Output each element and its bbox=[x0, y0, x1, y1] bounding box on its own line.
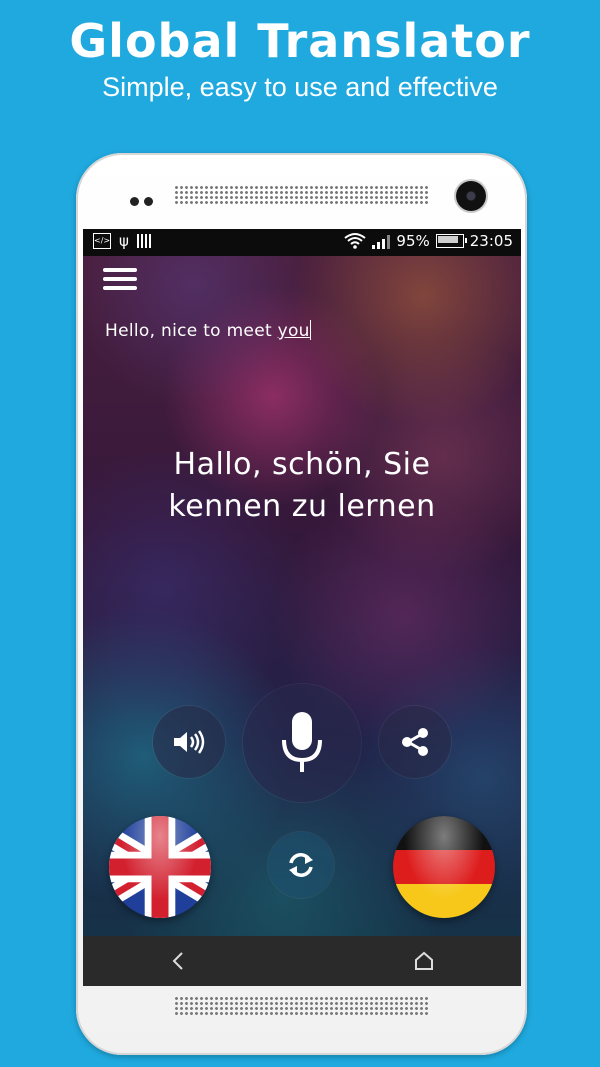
home-icon[interactable] bbox=[413, 950, 435, 972]
front-camera bbox=[456, 181, 486, 211]
text-cursor bbox=[309, 320, 312, 340]
clock: 23:05 bbox=[469, 232, 513, 250]
promo-title: Global Translator bbox=[69, 14, 531, 68]
signal-icon bbox=[372, 234, 391, 249]
speaker-icon bbox=[174, 730, 205, 754]
promo-subtitle: Simple, easy to use and effective bbox=[102, 72, 498, 102]
battery-percent: 95% bbox=[396, 232, 430, 250]
share-button[interactable] bbox=[379, 706, 451, 778]
microphone-button[interactable] bbox=[243, 684, 361, 802]
battery-icon bbox=[435, 234, 467, 248]
source-text-input[interactable]: Hello, nice to meet you bbox=[105, 320, 312, 341]
speak-button[interactable] bbox=[153, 706, 225, 778]
earpiece-speaker-grille bbox=[174, 185, 430, 205]
usb-icon: ψ bbox=[119, 232, 129, 250]
germany-flag[interactable] bbox=[393, 816, 495, 918]
barcode-icon bbox=[136, 234, 153, 248]
translator-app: Hello, nice to meet you Hallo, schön, Si… bbox=[83, 256, 521, 936]
translated-text: Hallo, schön, Sie kennen zu lernen bbox=[168, 447, 436, 524]
sensor-dots bbox=[130, 191, 158, 210]
phone-frame: </> ψ 95% 23:05 Hello, nice to meet you … bbox=[76, 153, 527, 1055]
swap-languages-icon bbox=[289, 853, 313, 877]
share-icon bbox=[402, 728, 428, 756]
wifi-icon bbox=[344, 233, 367, 249]
swap-languages-button[interactable] bbox=[268, 832, 334, 898]
bottom-speaker-grille bbox=[174, 996, 430, 1016]
uk-flag[interactable] bbox=[109, 816, 211, 918]
hamburger-menu-icon[interactable] bbox=[103, 266, 137, 292]
status-bar: </> ψ 95% 23:05 bbox=[83, 229, 521, 256]
back-icon[interactable] bbox=[171, 950, 185, 972]
phone-screen: </> ψ 95% 23:05 Hello, nice to meet you … bbox=[83, 229, 521, 986]
code-icon: </> bbox=[93, 233, 111, 249]
navigation-bar bbox=[83, 936, 521, 986]
source-text: Hello, nice to meet bbox=[105, 321, 278, 341]
microphone-icon bbox=[282, 712, 322, 772]
source-text-underlined-word: you bbox=[277, 321, 310, 341]
